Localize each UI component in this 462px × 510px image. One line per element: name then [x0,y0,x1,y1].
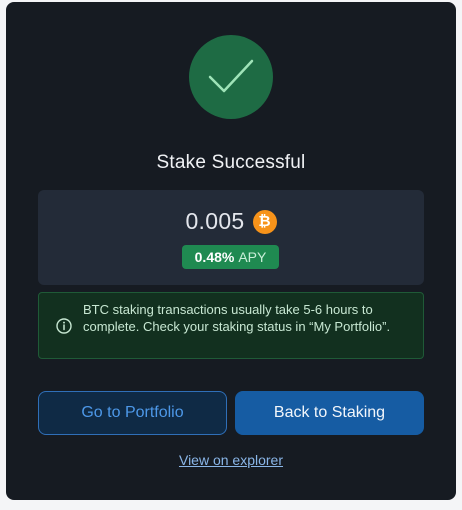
stake-amount-card: 0.005 ₿ 0.48% APY [38,190,424,285]
amount-row: 0.005 ₿ [38,208,424,235]
apy-badge: 0.48% APY [182,245,279,269]
info-icon [56,318,72,334]
apy-value: 0.48% [194,249,235,265]
view-on-explorer-link[interactable]: View on explorer [6,452,456,468]
info-notice: BTC staking transactions usually take 5-… [38,292,424,359]
dialog-title: Stake Successful [156,152,306,173]
stake-success-dialog: Stake Successful 0.005 ₿ 0.48% APY BTC s… [6,2,456,500]
back-to-staking-button[interactable]: Back to Staking [235,391,424,435]
bitcoin-icon: ₿ [252,209,277,234]
stake-amount: 0.005 [185,208,245,234]
apy-label: APY [238,249,267,265]
success-check-icon [189,35,273,119]
info-message: BTC staking transactions usually take 5-… [83,302,391,334]
go-to-portfolio-button[interactable]: Go to Portfolio [38,391,227,435]
